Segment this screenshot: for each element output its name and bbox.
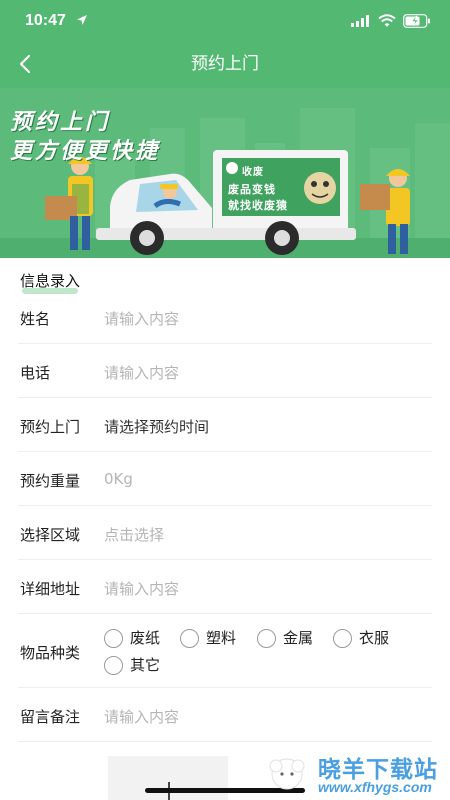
category-label: 物品种类 (20, 644, 81, 662)
cellular-signal-icon (351, 15, 369, 27)
category-option-label: 金属 (283, 629, 314, 647)
name-input[interactable]: 请输入内容 (104, 308, 179, 329)
banner-headline: 预约上门 (10, 110, 111, 135)
truck-sign-line1: 废品变钱 (228, 183, 276, 196)
truck-sign-brand: 收废 (242, 167, 264, 178)
battery-charging-icon (403, 14, 430, 28)
radio-circle-icon (104, 629, 123, 648)
weight-input[interactable]: 0Kg (104, 470, 133, 488)
radio-circle-icon (104, 656, 123, 675)
visit-time-picker[interactable]: 请选择预约时间 (104, 416, 209, 437)
radio-circle-icon (257, 629, 276, 648)
category-option-label: 衣服 (359, 629, 390, 647)
remark-label: 留言备注 (20, 708, 81, 726)
name-row: 姓名 请输入内容 (18, 290, 432, 344)
app-header: 10:47 预约上门 (0, 0, 450, 88)
area-row[interactable]: 选择区域 点击选择 (18, 506, 432, 560)
area-select[interactable]: 点击选择 (104, 524, 164, 545)
banner-subheadline: 更方便更快捷 (10, 139, 161, 164)
visit-time-row[interactable]: 预约上门 请选择预约时间 (18, 398, 432, 452)
status-time: 10:47 (25, 12, 66, 29)
watermark: 晓羊下载站 www.xfhygs.com (262, 748, 450, 800)
location-arrow-icon (77, 15, 87, 25)
phone-label: 电话 (20, 364, 51, 382)
address-label: 详细地址 (20, 580, 81, 598)
sheep-logo-icon (269, 758, 305, 790)
address-input[interactable]: 请输入内容 (104, 578, 179, 599)
radio-circle-icon (180, 629, 199, 648)
radio-circle-icon (333, 629, 352, 648)
area-label: 选择区域 (20, 526, 81, 544)
page-title: 预约上门 (191, 54, 259, 74)
category-option-label: 其它 (130, 656, 161, 674)
name-label: 姓名 (20, 310, 51, 328)
weight-label: 预约重量 (20, 472, 81, 490)
phone-input[interactable]: 请输入内容 (104, 362, 179, 383)
remark-input[interactable]: 请输入内容 (104, 706, 179, 727)
category-row: 物品种类 废纸 塑料 金属 衣服 其它 (18, 614, 432, 688)
visit-time-label: 预约上门 (20, 418, 81, 436)
wifi-icon (378, 14, 396, 27)
remark-row: 留言备注 请输入内容 (18, 688, 432, 742)
address-row: 详细地址 请输入内容 (18, 560, 432, 614)
category-option-label: 废纸 (130, 629, 161, 647)
category-option-label: 塑料 (206, 629, 237, 647)
weight-row: 预约重量 0Kg (18, 452, 432, 506)
section-title: 信息录入 (20, 272, 81, 290)
status-bar: 10:47 (0, 0, 450, 44)
promo-banner: 预约上门 更方便更快捷 收废 废品变钱 就找收废猿 (0, 88, 450, 258)
truck-sign-line2: 就找收废猿 (228, 199, 288, 212)
phone-row: 电话 请输入内容 (18, 344, 432, 398)
watermark-url: www.xfhygs.com (318, 779, 432, 795)
